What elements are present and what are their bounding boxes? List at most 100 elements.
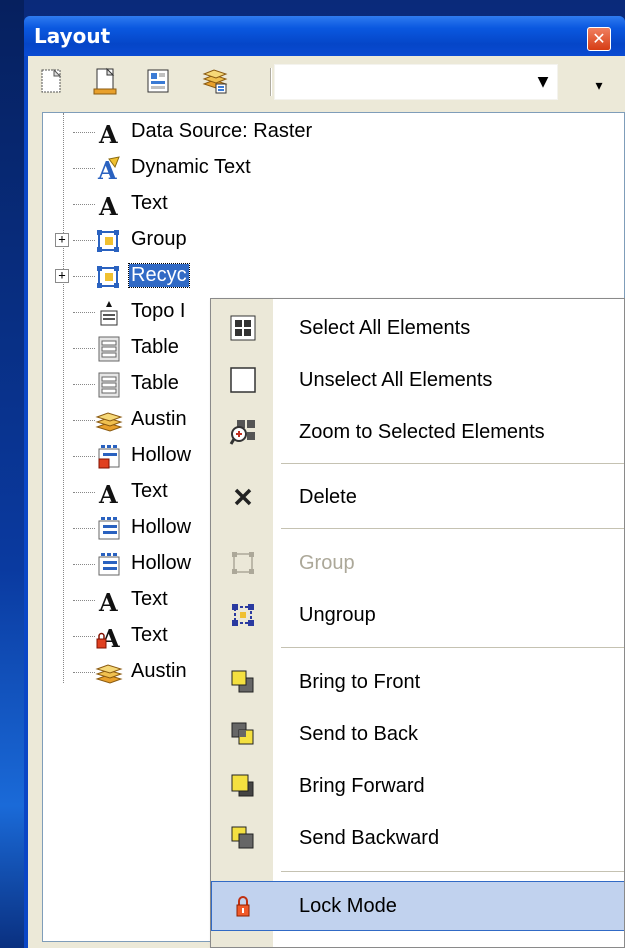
data-frames-button[interactable] <box>200 66 230 96</box>
tree-item-label: Text <box>131 624 168 646</box>
group-icon <box>97 266 119 288</box>
tree-connector <box>73 204 95 205</box>
select-elements-button[interactable] <box>36 66 66 96</box>
svg-text:A: A <box>98 192 118 219</box>
close-icon: ✕ <box>592 29 606 48</box>
menu-item-ungroup[interactable]: Ungroup <box>211 590 624 640</box>
menu-item-bring-forward[interactable]: Bring Forward <box>211 761 624 811</box>
menu-item-send-backward[interactable]: Send Backward <box>211 813 624 863</box>
desktop-background <box>0 0 24 948</box>
north-arrow-icon <box>100 301 118 326</box>
locked-text-icon: A <box>96 624 120 651</box>
map-frame-icon <box>95 664 123 684</box>
tree-connector <box>73 420 95 421</box>
tree-connector <box>73 564 95 565</box>
map-frame-icon <box>95 412 123 432</box>
toolbar: ▼ ▾ <box>28 56 625 108</box>
tree-item-selected[interactable]: + Recyc <box>43 259 624 295</box>
menu-item-partial[interactable] <box>211 935 624 947</box>
menu-item-delete[interactable]: Delete <box>211 472 624 522</box>
menu-item-bring-to-front[interactable]: Bring to Front <box>211 657 624 707</box>
send-to-back-icon <box>231 722 254 745</box>
legend-icon <box>98 553 120 576</box>
bring-to-front-icon <box>231 670 254 693</box>
tree-item[interactable]: A Data Source: Raster <box>43 115 624 151</box>
tree-item-label: Text <box>131 588 168 610</box>
menu-item-label: Select All Elements <box>299 317 471 339</box>
menu-item-zoom-selected[interactable]: Zoom to Selected Elements <box>211 407 624 457</box>
tree-item-label: Hollow <box>131 552 192 574</box>
tree-connector <box>73 168 95 169</box>
tree-connector <box>73 600 95 601</box>
text-a-icon: A <box>98 480 118 507</box>
tree-connector <box>73 132 95 133</box>
menu-item-label: Unselect All Elements <box>299 369 493 391</box>
svg-text:A: A <box>98 120 118 147</box>
tree-connector <box>73 348 95 349</box>
menu-item-label: Group <box>299 552 355 574</box>
menu-item-lock-mode[interactable]: Lock Mode <box>211 881 624 931</box>
tree-item-label: Data Source: Raster <box>131 120 313 142</box>
combo-dropdown-button[interactable]: ▼ <box>531 68 555 96</box>
menu-item-label: Delete <box>299 486 357 508</box>
select-all-icon <box>230 315 256 341</box>
tree-item[interactable]: A Text <box>43 187 624 223</box>
send-backward-icon <box>231 826 254 849</box>
menu-item-send-to-back[interactable]: Send to Back <box>211 709 624 759</box>
text-a-icon: A <box>98 192 118 219</box>
select-elements-icon <box>41 68 62 93</box>
title-bar[interactable]: Layout ✕ <box>24 16 625 56</box>
page-layout-button[interactable] <box>90 66 120 96</box>
tree-item[interactable]: A Dynamic Text <box>43 151 624 187</box>
element-filter-combo[interactable] <box>274 64 558 100</box>
tree-item-label: Text <box>131 480 168 502</box>
menu-item-select-all[interactable]: Select All Elements <box>211 303 624 353</box>
menu-item-label: Zoom to Selected Elements <box>299 421 545 443</box>
legend-icon <box>98 517 120 540</box>
tree-connector <box>73 276 95 277</box>
menu-separator <box>281 647 624 648</box>
page-layout-icon <box>93 67 117 95</box>
bring-forward-icon <box>231 774 254 797</box>
tree-item-label: Recyc <box>128 263 190 288</box>
toolbar-overflow-button[interactable]: ▾ <box>591 72 607 100</box>
tree-connector <box>73 636 95 637</box>
group-icon <box>97 230 119 252</box>
layout-view-icon <box>147 69 169 93</box>
tree-item-label: Group <box>131 228 187 250</box>
tree-connector <box>73 528 95 529</box>
tree-connector <box>73 312 95 313</box>
dropdown-arrow-icon: ▼ <box>537 74 549 90</box>
menu-item-unselect-all[interactable]: Unselect All Elements <box>211 355 624 405</box>
lock-icon <box>236 896 250 917</box>
menu-separator <box>281 528 624 529</box>
toolbar-separator <box>270 68 272 96</box>
layout-view-button[interactable] <box>144 66 174 96</box>
expand-toggle[interactable]: + <box>55 233 69 247</box>
zoom-selected-icon <box>229 420 255 445</box>
menu-item-group[interactable]: Group <box>211 538 624 588</box>
table-icon <box>98 336 120 362</box>
data-frames-icon <box>202 69 228 94</box>
expand-toggle[interactable]: + <box>55 269 69 283</box>
svg-text:A: A <box>98 588 118 615</box>
tree-connector <box>73 384 95 385</box>
menu-item-label: Send Backward <box>299 827 440 849</box>
text-a-icon: A <box>98 588 118 615</box>
overflow-chevron-icon: ▾ <box>595 78 603 94</box>
tree-item[interactable]: + Group <box>43 223 624 259</box>
context-menu: Select All Elements Unselect All Element… <box>210 298 625 948</box>
close-button[interactable]: ✕ <box>587 27 611 51</box>
tree-item-label: Table <box>131 372 179 394</box>
tree-connector <box>73 672 95 673</box>
menu-item-label: Bring to Front <box>299 671 421 693</box>
tree-item-label: Austin <box>131 660 187 682</box>
text-a-icon: A <box>98 120 118 147</box>
menu-item-label: Ungroup <box>299 604 376 626</box>
locked-legend-icon <box>98 445 120 469</box>
menu-item-label: Lock Mode <box>299 895 397 917</box>
tree-item-label: Dynamic Text <box>131 156 251 178</box>
menu-separator <box>281 871 624 872</box>
tree-item-label: Table <box>131 336 179 358</box>
svg-text:A: A <box>98 480 118 507</box>
